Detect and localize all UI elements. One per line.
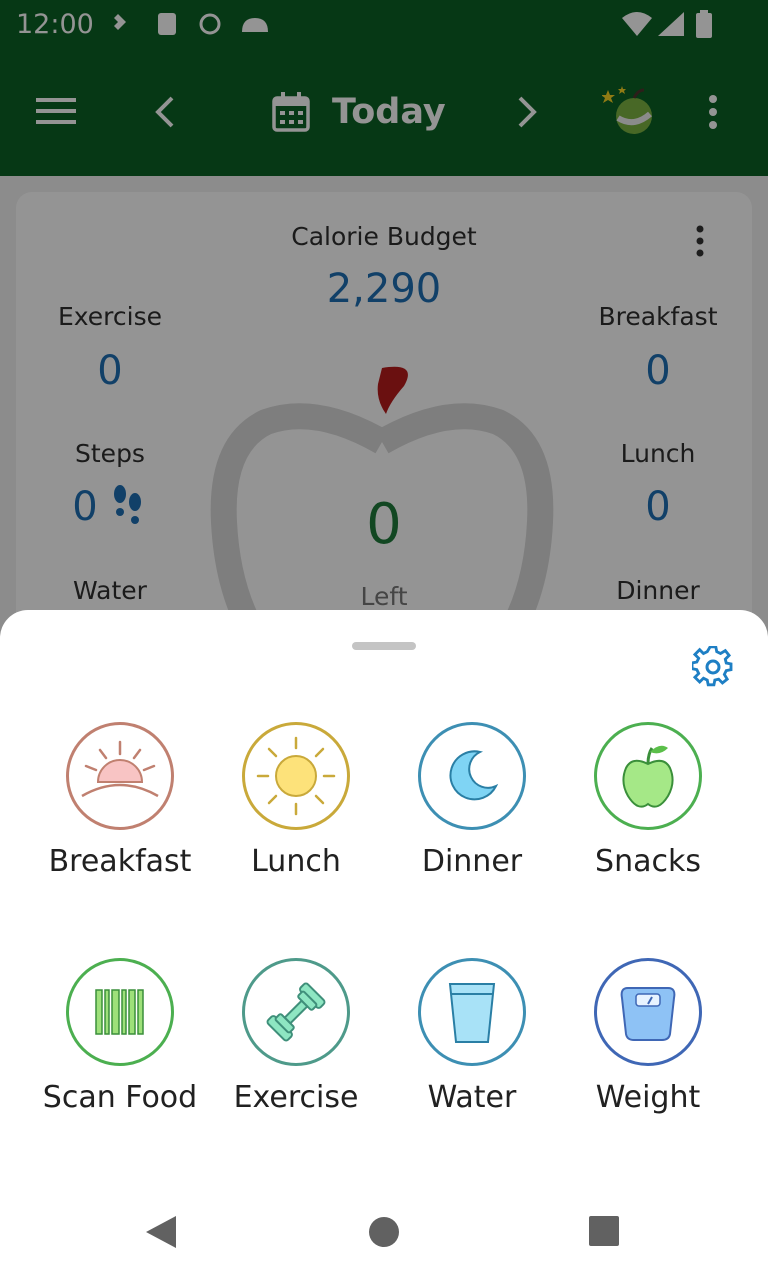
scan-food-label: Scan Food — [42, 1080, 198, 1115]
scan-food-icon-circle — [66, 958, 174, 1066]
snacks-label: Snacks — [595, 844, 701, 879]
water-icon-circle — [418, 958, 526, 1066]
breakfast-button[interactable]: Breakfast — [32, 722, 208, 879]
weight-button[interactable]: Weight — [560, 958, 736, 1115]
home-nav-icon[interactable] — [367, 1215, 401, 1249]
system-nav-bar — [0, 1184, 768, 1280]
weight-label: Weight — [595, 1080, 701, 1115]
snacks-button[interactable]: Snacks — [560, 722, 736, 879]
lunch-button[interactable]: Lunch — [208, 722, 384, 879]
scale-icon — [620, 987, 676, 1041]
dinner-label: Dinner — [421, 844, 523, 879]
dinner-button[interactable]: Dinner — [384, 722, 560, 879]
dinner-icon-circle — [418, 722, 526, 830]
exercise-button[interactable]: Exercise — [208, 958, 384, 1115]
breakfast-label: Breakfast — [48, 844, 192, 879]
apple-icon — [622, 745, 674, 808]
exercise-icon-circle — [242, 958, 350, 1066]
scan-food-button[interactable]: Scan Food — [32, 958, 208, 1115]
exercise-label: Exercise — [233, 1080, 359, 1115]
sun-icon — [256, 736, 336, 816]
lunch-label: Lunch — [251, 844, 341, 879]
settings-gear-icon[interactable] — [692, 646, 734, 688]
sheet-drag-handle[interactable] — [352, 642, 416, 650]
add-entry-bottom-sheet: Breakfast Lunch Dinner Snacks Scan Food … — [0, 610, 768, 1280]
moon-icon — [449, 750, 499, 801]
sunrise-icon — [81, 740, 159, 798]
snacks-icon-circle — [594, 722, 702, 830]
back-nav-icon[interactable] — [144, 1214, 178, 1250]
recents-nav-icon[interactable] — [589, 1216, 619, 1246]
water-button[interactable]: Water — [384, 958, 560, 1115]
lunch-icon-circle — [242, 722, 350, 830]
barcode-icon — [95, 989, 144, 1035]
glass-icon — [448, 983, 496, 1043]
weight-icon-circle — [594, 958, 702, 1066]
dumbbell-icon — [266, 982, 326, 1042]
water-label: Water — [427, 1080, 517, 1115]
breakfast-icon-circle — [66, 722, 174, 830]
